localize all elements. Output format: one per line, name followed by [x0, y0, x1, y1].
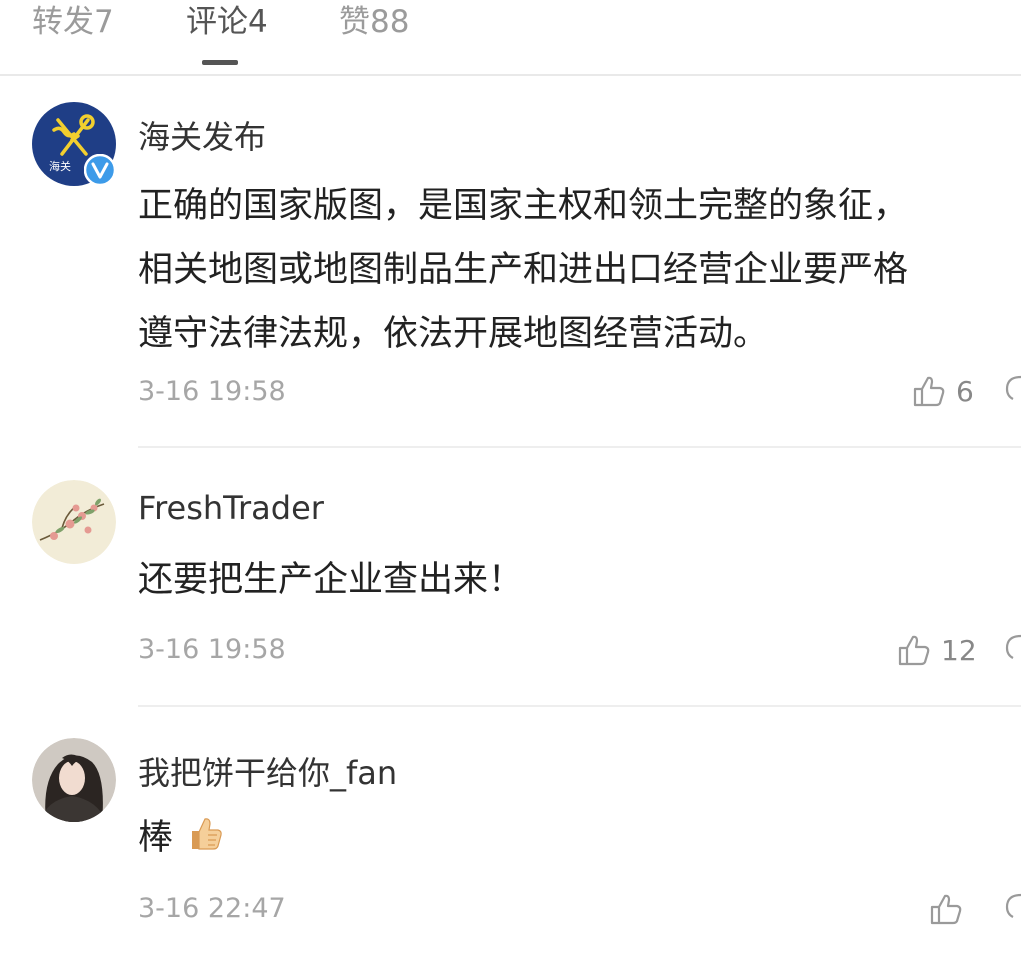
- reply-icon[interactable]: [1004, 374, 1021, 408]
- tab-likes[interactable]: 赞88: [339, 0, 409, 44]
- divider: [138, 446, 1021, 448]
- thumbs-up-emoji-icon: [192, 818, 222, 850]
- like-button[interactable]: 12: [897, 633, 977, 667]
- divider: [138, 705, 1021, 707]
- avatar[interactable]: [32, 738, 116, 822]
- thumbs-up-outline-icon: [913, 376, 945, 407]
- active-tab-indicator: [202, 60, 238, 65]
- verified-badge-icon: [84, 154, 116, 186]
- peach-blossom-avatar: [32, 480, 116, 564]
- comment-text: 正确的国家版图，是国家主权和领土完整的象征， 相关地图或地图制品生产和进出口经营…: [138, 174, 908, 366]
- comment-username[interactable]: 海关发布: [138, 112, 266, 158]
- comment-username[interactable]: FreshTrader: [138, 489, 324, 527]
- comment-timestamp: 3-16 19:58: [138, 634, 286, 665]
- reply-icon[interactable]: [1004, 633, 1021, 667]
- comment-tabs: 转发7 评论4 赞88: [0, 0, 1021, 76]
- comment-text-line: 正确的国家版图，是国家主权和领土完整的象征，: [138, 186, 909, 226]
- thumbs-up-outline-icon: [898, 635, 930, 666]
- avatar[interactable]: 海关: [32, 102, 116, 186]
- comment-text-line: 遵守法律法规，依法开展地图经营活动。: [138, 314, 769, 354]
- reply-icon[interactable]: [1004, 892, 1021, 926]
- thumbs-up-outline-icon: [930, 894, 962, 925]
- user-photo-avatar: [32, 738, 116, 822]
- svg-text:海关: 海关: [49, 159, 71, 173]
- comment-username[interactable]: 我把饼干给你_fan: [138, 748, 397, 794]
- like-count: 6: [956, 374, 974, 408]
- like-button[interactable]: 6: [912, 374, 974, 408]
- comment-text-line: 相关地图或地图制品生产和进出口经营企业要严格: [138, 250, 909, 290]
- comment-text-line: 还要把生产企业查出来！: [138, 560, 524, 600]
- comment-text: 还要把生产企业查出来！: [138, 548, 523, 612]
- comment-timestamp: 3-16 19:58: [138, 376, 286, 407]
- like-button[interactable]: [929, 892, 963, 926]
- tab-reposts[interactable]: 转发7: [32, 0, 114, 44]
- comment-text-line: 棒: [138, 818, 174, 858]
- like-count: 12: [941, 633, 977, 667]
- avatar[interactable]: [32, 480, 116, 564]
- comment-timestamp: 3-16 22:47: [138, 893, 286, 924]
- tab-comments[interactable]: 评论4: [186, 0, 268, 44]
- comment-text: 棒: [138, 806, 224, 870]
